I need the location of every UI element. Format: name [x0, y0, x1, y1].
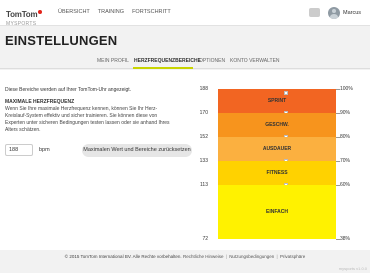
footer-link-legal[interactable]: Rechtliche Hinweise [183, 254, 224, 259]
zone-band-einfach: EINFACH [218, 185, 336, 239]
percent-boundary-label: 60% [340, 182, 351, 188]
footer-separator: | [276, 254, 278, 259]
percent-boundary-label: 38% [340, 236, 351, 242]
max-hr-heading: MAXIMALE HERZFREQUENZ [5, 99, 75, 105]
avatar[interactable] [328, 7, 340, 19]
device-sync-icon[interactable] [309, 8, 320, 17]
intro-text: Diese Bereiche werden auf Ihrer TomTom-U… [5, 87, 132, 93]
footer-link-privacy[interactable]: Privatsphäre [280, 254, 305, 259]
percent-boundary-label: 80% [340, 134, 351, 140]
percent-boundary-label: 100% [340, 86, 353, 92]
heart-rate-zone-chart: SPRINT GESCHW. AUSDAUER FITNESS EINFACH 188 10… [200, 86, 366, 242]
zone-label: SPRINT [267, 98, 287, 104]
settings-panel: Diese Bereiche werden auf Ihrer TomTom-U… [0, 70, 370, 250]
hr-boundary-label: 188 [199, 86, 208, 92]
build-version: mysports v1.0.0 [338, 266, 367, 271]
zone-label: GESCHW. [265, 122, 289, 128]
tomtom-logo[interactable]: TomTom MYSPORTS [6, 5, 43, 27]
footer-separator: | [225, 254, 227, 259]
footer-link-terms[interactable]: Nutzungsbedingungen [229, 254, 274, 259]
reset-zones-button[interactable]: Maximalen Wert und Bereiche zurücksetzen [82, 144, 192, 157]
brand-name: TomTom [6, 10, 38, 19]
bpm-unit-label: bpm [39, 147, 50, 153]
hr-boundary-label: 170 [199, 110, 208, 116]
zone-band-fitness: FITNESS [218, 161, 336, 187]
hr-boundary-label: 133 [199, 158, 208, 164]
brand-subtitle: MYSPORTS [6, 21, 37, 27]
zone-band-geschw: GESCHW. [218, 113, 336, 139]
page-title: EINSTELLUNGEN [5, 33, 118, 48]
zone-band-sprint: SPRINT [218, 89, 336, 115]
nav-item-training[interactable]: TRAINING [98, 9, 124, 15]
zone-label: AUSDAUER [262, 146, 292, 152]
footer: © 2015 TomTom International BV. Alle Rec… [0, 251, 370, 263]
main-nav: ÜBERSICHT TRAINING FORTSCHRITT [58, 9, 171, 15]
user-name[interactable]: Marcus [343, 10, 361, 16]
tab-options[interactable]: OPTIONEN [199, 58, 225, 64]
active-tab-indicator [133, 67, 193, 69]
tab-manage-account[interactable]: KONTO VERWALTEN [230, 58, 280, 64]
tab-heart-rate-zones[interactable]: HERZFREQUENZBEREICHE [134, 58, 201, 64]
percent-boundary-label: 90% [340, 110, 351, 116]
max-hr-input[interactable] [5, 144, 33, 156]
tab-my-profile[interactable]: MEIN PROFIL [97, 58, 129, 64]
hr-boundary-label: 113 [200, 182, 208, 188]
nav-item-overview[interactable]: ÜBERSICHT [58, 9, 90, 15]
percent-boundary-label: 70% [340, 158, 351, 164]
zone-band-ausdauer: AUSDAUER [218, 137, 336, 163]
top-navigation-bar: TomTom MYSPORTS ÜBERSICHT TRAINING FORTS… [0, 0, 370, 27]
copyright-text: © 2015 TomTom International BV. Alle Rec… [64, 254, 182, 259]
hr-boundary-label: 152 [199, 134, 208, 140]
hr-boundary-label: 72 [202, 236, 208, 242]
brand-dot-icon [38, 10, 43, 14]
nav-item-progress[interactable]: FORTSCHRITT [132, 9, 171, 15]
zone-drag-handle[interactable] [284, 91, 288, 95]
max-hr-description: Wenn Sie Ihre maximale Herzfrequenz kenn… [5, 106, 170, 133]
zone-label: FITNESS [266, 170, 288, 176]
zone-label: EINFACH [266, 209, 288, 215]
settings-tabs: MEIN PROFIL HERZFREQUENZBEREICHE OPTIONE… [0, 55, 370, 69]
